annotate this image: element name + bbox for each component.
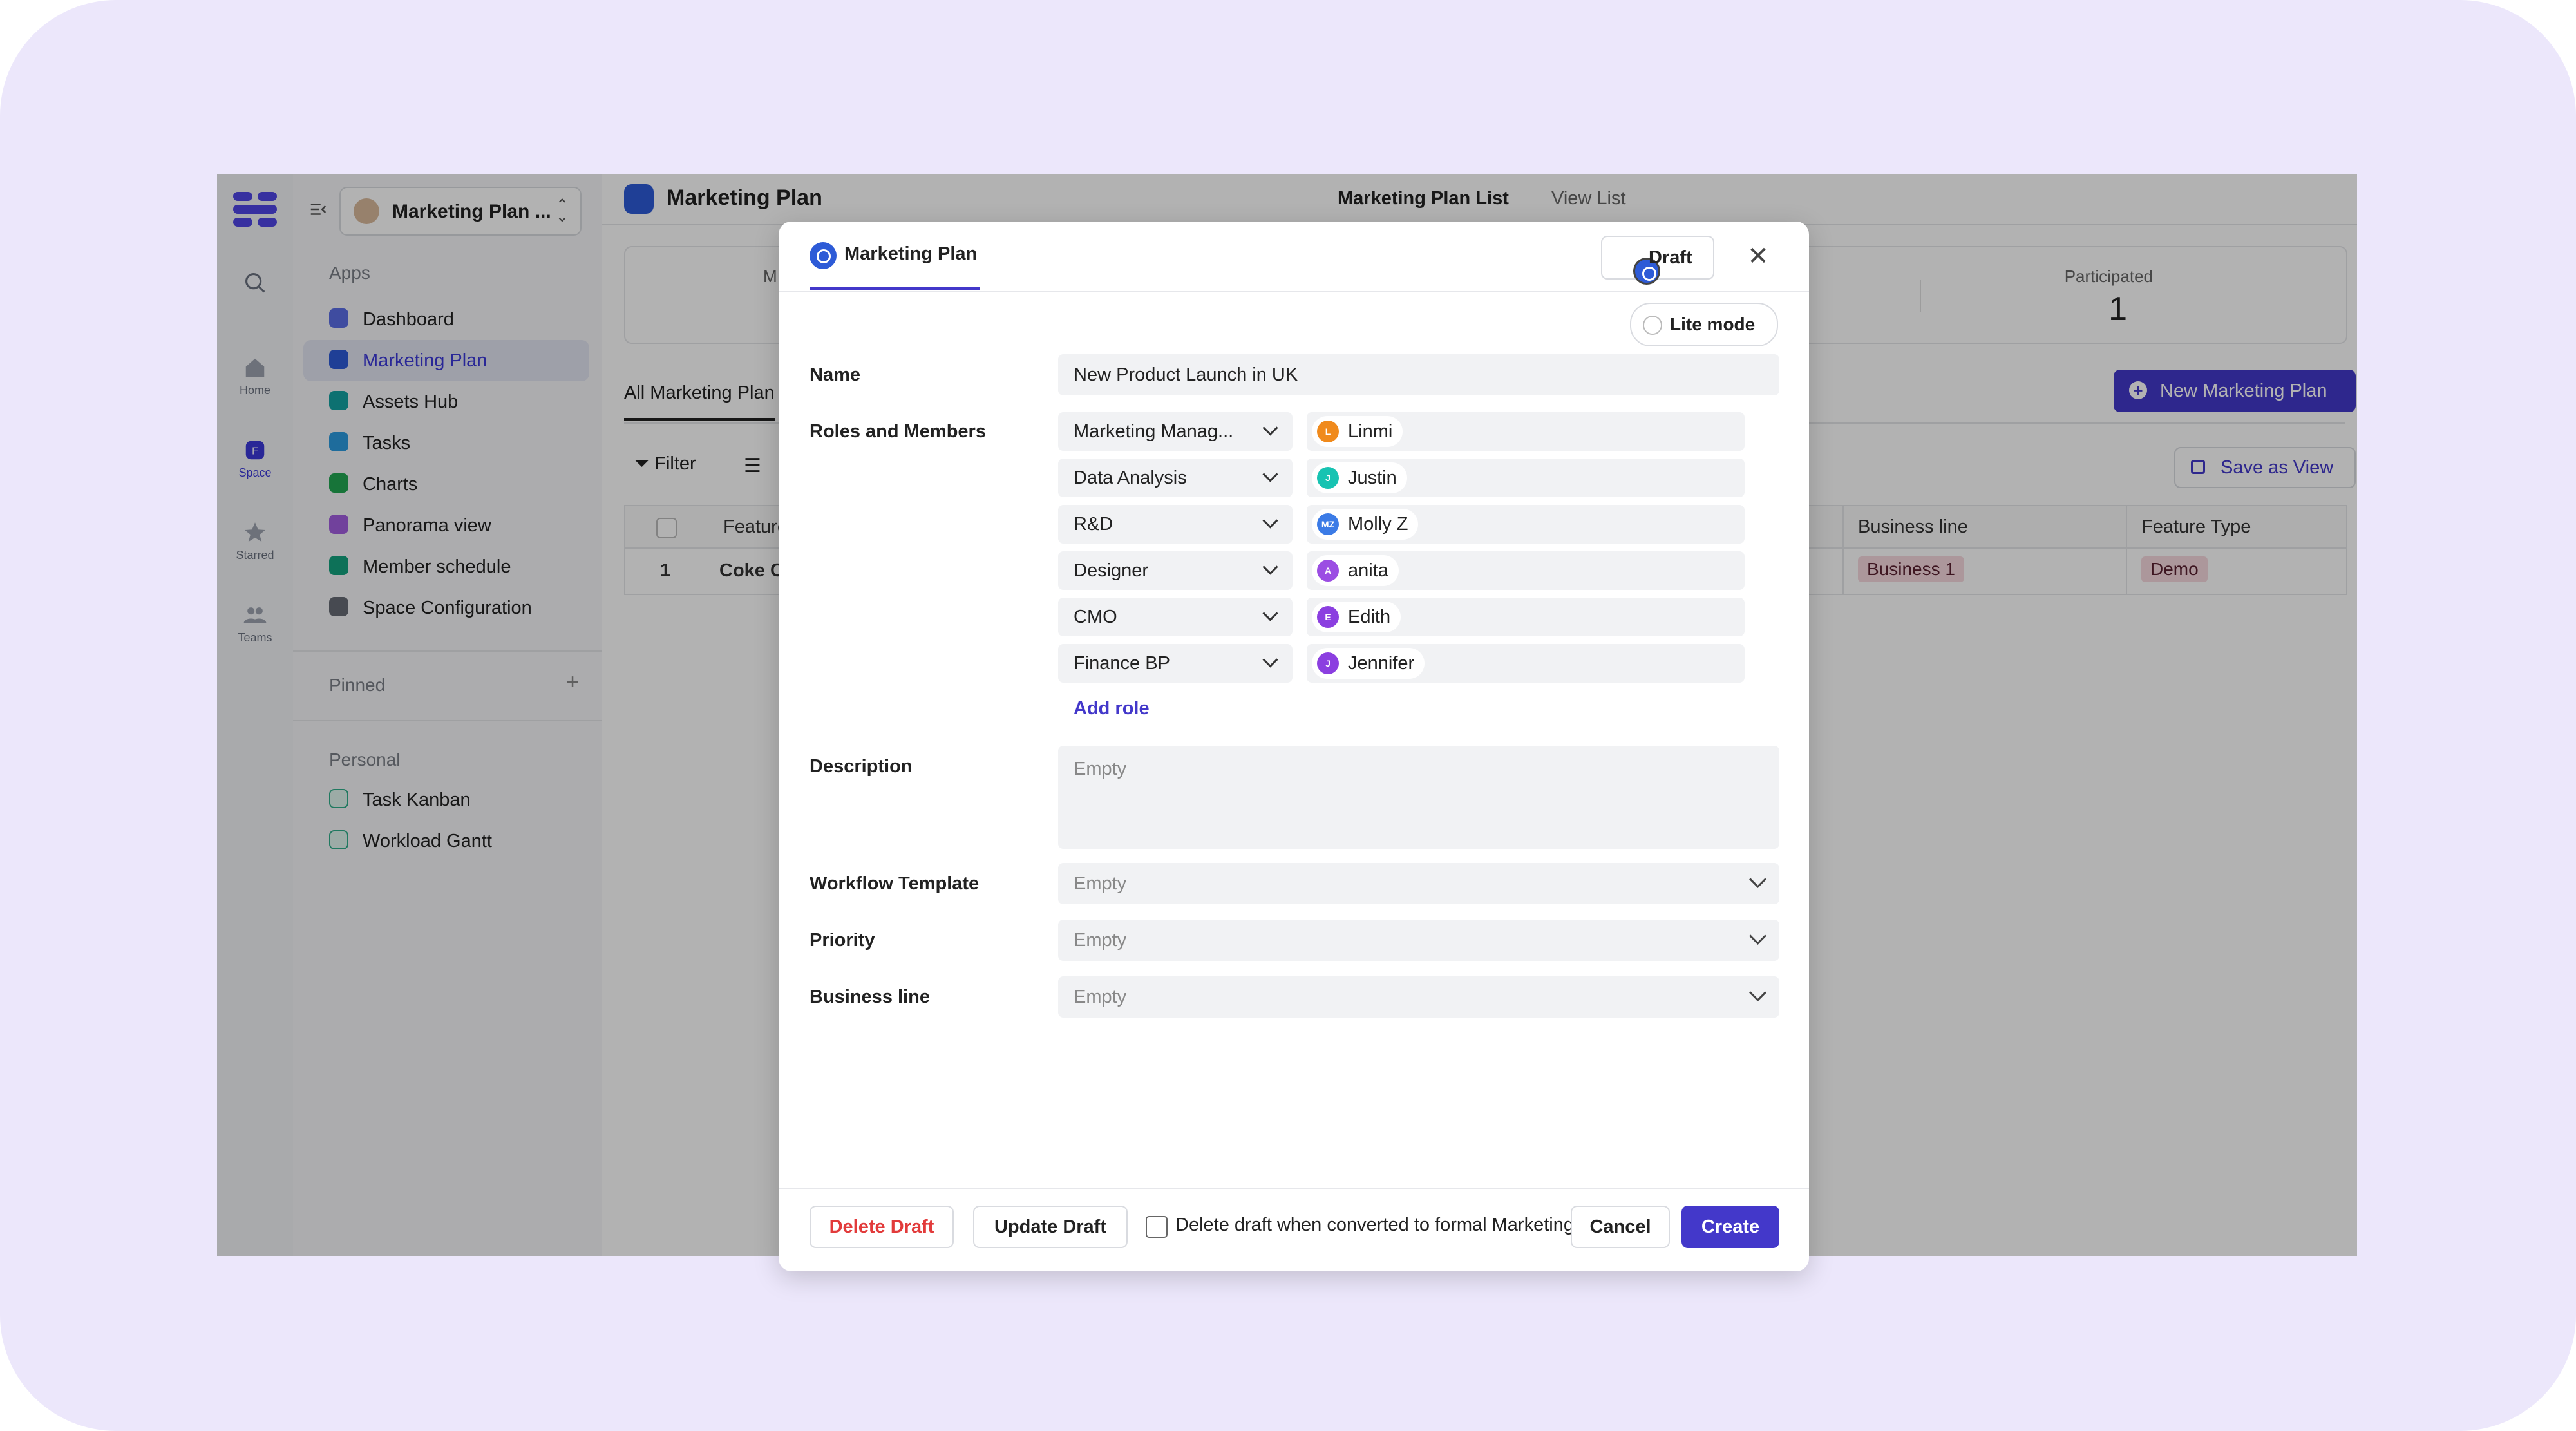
roles-members-label: Roles and Members [810,421,986,442]
workflow-template-label: Workflow Template [810,873,980,894]
chevron-down-icon [1749,871,1766,888]
chevron-down-icon [1262,559,1278,575]
avatar: E [1317,606,1339,628]
member-chip: Aanita [1312,555,1399,586]
business-line-select[interactable]: Empty [1058,976,1779,1018]
lite-mode-label: Lite mode [1670,314,1756,334]
chevron-down-icon [1262,652,1278,668]
role-value: R&D [1074,514,1113,535]
name-value: New Product Launch in UK [1074,365,1298,385]
member-name: Molly Z [1348,514,1408,535]
workflow-template-select[interactable]: Empty [1058,863,1779,904]
create-button[interactable]: Create [1681,1206,1779,1248]
draft-button[interactable]: Draft [1601,236,1714,285]
member-chip: J Justin [1312,462,1407,493]
avatar: A [1317,560,1339,582]
member-name: anita [1348,560,1388,581]
member-name: Jennifer [1348,653,1415,674]
chevron-down-icon [1262,513,1278,529]
name-input[interactable]: New Product Launch in UK [1058,354,1779,395]
role-select[interactable]: Data Analysis [1058,459,1293,497]
avatar: MZ [1317,513,1339,535]
member-picker[interactable]: Aanita [1307,551,1745,590]
chevron-down-icon [1749,927,1766,945]
marketing-plan-modal: Marketing Plan Draft ✕ Lite mode Name Ne… [779,222,1809,1271]
member-name: Edith [1348,607,1391,627]
name-label: Name [810,365,860,385]
delete-draft-checkbox-label: Delete draft when converted to formal Ma… [1175,1215,1595,1235]
draft-label: Draft [1649,247,1692,268]
description-textarea[interactable]: Empty [1058,746,1779,849]
priority-select[interactable]: Empty [1058,920,1779,961]
role-value: Marketing Manag... [1074,421,1234,442]
chevron-down-icon [1749,984,1766,1001]
avatar: J [1317,652,1339,674]
delete-draft-checkbox[interactable] [1146,1216,1168,1238]
delete-draft-button[interactable]: Delete Draft [810,1206,954,1248]
modal-title[interactable]: Marketing Plan [844,243,977,265]
modal-header: Marketing Plan Draft ✕ [779,222,1809,292]
role-value: Finance BP [1074,653,1170,674]
avatar: L [1317,421,1339,442]
cancel-button[interactable]: Cancel [1571,1206,1670,1248]
chevron-down-icon [1262,466,1278,482]
member-chip: L Linmi [1312,416,1403,447]
lite-mode-toggle[interactable]: Lite mode [1630,303,1778,346]
role-value: CMO [1074,607,1117,627]
role-select[interactable]: Finance BP [1058,644,1293,683]
member-picker[interactable]: E Edith [1307,598,1745,636]
marketing-plan-icon [810,242,837,269]
member-chip: MZ Molly Z [1312,509,1419,540]
priority-value: Empty [1074,930,1127,951]
member-chip: J Jennifer [1312,648,1425,679]
close-icon[interactable]: ✕ [1743,241,1774,272]
description-label: Description [810,756,913,777]
screen-frame: Home F Space Starred Teams Marketing Pla… [0,0,2576,1431]
add-role-link[interactable]: Add role [1074,698,1150,719]
member-name: Justin [1348,468,1397,488]
role-select[interactable]: CMO [1058,598,1293,636]
modal-tab-underline [810,287,980,290]
business-line-value: Empty [1074,987,1127,1007]
update-draft-button[interactable]: Update Draft [973,1206,1128,1248]
role-value: Designer [1074,560,1149,581]
role-select[interactable]: Designer [1058,551,1293,590]
modal-footer: Delete Draft Update Draft Delete draft w… [779,1188,1809,1273]
member-picker[interactable]: L Linmi [1307,412,1745,451]
role-select[interactable]: Marketing Manag... [1058,412,1293,451]
chevron-down-icon [1262,420,1278,436]
priority-label: Priority [810,930,875,951]
description-placeholder: Empty [1074,759,1127,779]
role-select[interactable]: R&D [1058,505,1293,544]
business-line-label: Business line [810,987,930,1007]
member-picker[interactable]: MZ Molly Z [1307,505,1745,544]
toggle-knob [1643,316,1662,335]
member-name: Linmi [1348,421,1393,442]
workflow-template-value: Empty [1074,873,1127,894]
role-value: Data Analysis [1074,468,1187,488]
member-picker[interactable]: J Jennifer [1307,644,1745,683]
avatar: J [1317,467,1339,489]
member-chip: E Edith [1312,602,1401,632]
member-picker[interactable]: J Justin [1307,459,1745,497]
chevron-down-icon [1262,605,1278,621]
